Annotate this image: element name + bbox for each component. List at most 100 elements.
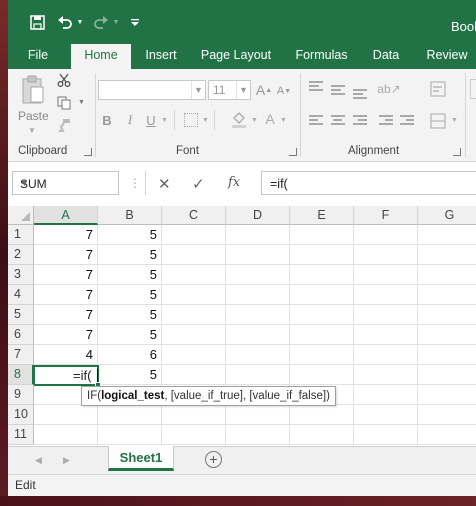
middle-align-icon[interactable] (331, 85, 345, 97)
increase-font-icon[interactable]: A ▲ (256, 80, 272, 100)
cell-f11[interactable] (354, 425, 418, 445)
borders-icon[interactable] (184, 113, 198, 127)
active-cell-a8[interactable]: =if( (33, 365, 99, 386)
row-header-3[interactable]: 3 (8, 265, 34, 285)
cell-f6[interactable] (354, 325, 418, 345)
cell-a11[interactable] (34, 425, 98, 445)
cell-f3[interactable] (354, 265, 418, 285)
redo-icon[interactable] (92, 12, 110, 32)
underline-dropdown-icon[interactable]: ▼ (161, 117, 168, 124)
cell-d2[interactable] (226, 245, 290, 265)
cell-a6[interactable]: 7 (34, 325, 98, 345)
merge-center-icon[interactable] (428, 111, 448, 131)
row-header-7[interactable]: 7 (8, 345, 34, 365)
customize-icon[interactable] (130, 12, 140, 32)
decrease-indent-icon[interactable] (379, 115, 393, 127)
next-sheet-icon[interactable]: ▶ (63, 455, 70, 466)
cell-b7[interactable]: 6 (98, 345, 162, 365)
column-header-g[interactable]: G (418, 206, 476, 225)
cell-e2[interactable] (290, 245, 354, 265)
cell-e8[interactable] (290, 365, 354, 385)
cell-b4[interactable]: 5 (98, 285, 162, 305)
align-right-icon[interactable] (353, 115, 367, 127)
cell-e4[interactable] (290, 285, 354, 305)
font-launcher-icon[interactable] (289, 148, 297, 156)
formula-bar-grip-icon[interactable]: ⋮ (129, 176, 141, 190)
cell-f8[interactable] (354, 365, 418, 385)
cell-f7[interactable] (354, 345, 418, 365)
wrap-text-icon[interactable] (428, 79, 448, 99)
row-header-11[interactable]: 11 (8, 425, 34, 445)
row-header-9[interactable]: 9 (8, 385, 34, 405)
font-color-icon[interactable]: A (262, 109, 278, 129)
row-header-10[interactable]: 10 (8, 405, 34, 425)
cell-b10[interactable] (98, 405, 162, 425)
row-header-5[interactable]: 5 (8, 305, 34, 325)
font-name-box[interactable]: ▼ (98, 80, 206, 100)
cell-c1[interactable] (162, 225, 226, 245)
cell-b8[interactable]: 5 (98, 365, 162, 385)
copy-icon[interactable] (56, 95, 72, 111)
cell-b3[interactable]: 5 (98, 265, 162, 285)
cell-g4[interactable] (418, 285, 476, 305)
prev-sheet-icon[interactable]: ◀ (35, 455, 42, 466)
cell-f1[interactable] (354, 225, 418, 245)
cell-c6[interactable] (162, 325, 226, 345)
tab-page-layout[interactable]: Page Layout (196, 44, 276, 69)
select-all-button[interactable] (8, 206, 34, 225)
cell-g9[interactable] (418, 385, 476, 405)
tooltip-current-arg[interactable]: logical_test (101, 390, 164, 402)
name-box[interactable]: SUM ▼ (12, 171, 119, 195)
cell-c10[interactable] (162, 405, 226, 425)
function-tooltip[interactable]: IF(logical_test, [value_if_true], [value… (81, 386, 336, 406)
cell-d7[interactable] (226, 345, 290, 365)
cell-g6[interactable] (418, 325, 476, 345)
cell-d5[interactable] (226, 305, 290, 325)
tab-review[interactable]: Review (422, 44, 472, 69)
alignment-launcher-icon[interactable] (453, 148, 461, 156)
format-painter-icon[interactable] (56, 117, 72, 133)
undo-icon[interactable] (56, 12, 74, 32)
cell-d4[interactable] (226, 285, 290, 305)
cell-d10[interactable] (226, 405, 290, 425)
copy-dropdown-icon[interactable]: ▼ (78, 99, 85, 106)
sheet-tab-sheet1[interactable]: Sheet1 (108, 446, 174, 471)
cell-b11[interactable] (98, 425, 162, 445)
cancel-entry-button[interactable]: ✕ (158, 175, 171, 193)
clipboard-launcher-icon[interactable] (84, 148, 92, 156)
paste-label[interactable]: Paste (18, 109, 49, 123)
cell-b5[interactable]: 5 (98, 305, 162, 325)
cell-a4[interactable]: 7 (34, 285, 98, 305)
name-box-dropdown-icon[interactable]: ▼ (20, 178, 112, 188)
cell-a2[interactable]: 7 (34, 245, 98, 265)
column-header-a[interactable]: A (34, 206, 98, 225)
cell-a10[interactable] (34, 405, 98, 425)
cell-a1[interactable]: 7 (34, 225, 98, 245)
cell-a5[interactable]: 7 (34, 305, 98, 325)
column-header-d[interactable]: D (226, 206, 290, 225)
cell-a7[interactable]: 4 (34, 345, 98, 365)
cell-b1[interactable]: 5 (98, 225, 162, 245)
row-header-6[interactable]: 6 (8, 325, 34, 345)
column-header-e[interactable]: E (290, 206, 354, 225)
cell-d11[interactable] (226, 425, 290, 445)
font-size-box[interactable]: 11 ▼ (208, 80, 251, 100)
cell-e11[interactable] (290, 425, 354, 445)
italic-button[interactable]: I (123, 111, 137, 129)
cell-b2[interactable]: 5 (98, 245, 162, 265)
cell-c3[interactable] (162, 265, 226, 285)
cell-g1[interactable] (418, 225, 476, 245)
cell-e3[interactable] (290, 265, 354, 285)
cell-f10[interactable] (354, 405, 418, 425)
align-center-icon[interactable] (331, 115, 345, 127)
column-header-f[interactable]: F (354, 206, 418, 225)
borders-dropdown-icon[interactable]: ▼ (202, 117, 209, 124)
fill-color-dropdown-icon[interactable]: ▼ (251, 117, 258, 124)
cell-c5[interactable] (162, 305, 226, 325)
top-align-icon[interactable] (309, 81, 323, 93)
merge-dropdown-icon[interactable]: ▼ (451, 117, 458, 124)
cell-g5[interactable] (418, 305, 476, 325)
cell-d6[interactable] (226, 325, 290, 345)
paste-dropdown-icon[interactable]: ▼ (28, 126, 36, 135)
cell-b6[interactable]: 5 (98, 325, 162, 345)
